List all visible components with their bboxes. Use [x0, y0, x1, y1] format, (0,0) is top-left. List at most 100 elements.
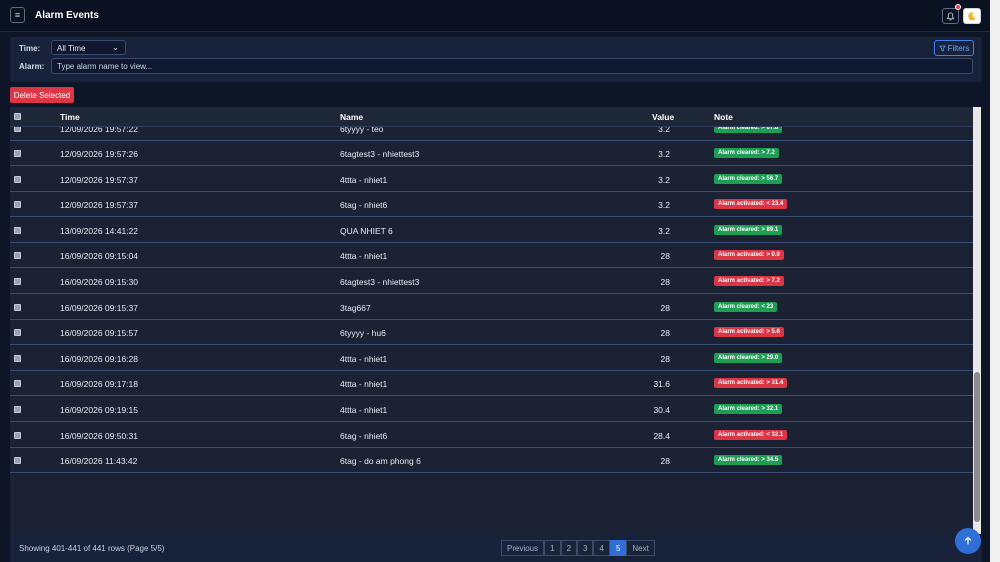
column-header-time[interactable]: Time: [60, 112, 80, 122]
table-scrollbar[interactable]: [973, 107, 981, 534]
table-row: 12/09/2026 19:57:37 6tag - nhiet6 3.2 Alarm…: [10, 192, 973, 218]
status-badge: Alarm activated: > 5.6: [714, 327, 784, 338]
row-name: 6tag - do am phong 6: [340, 456, 421, 467]
row-name: 4ttta - nhiet1: [340, 174, 388, 185]
column-header-value[interactable]: Value: [652, 112, 674, 122]
filters-button-label: Filters: [947, 43, 970, 53]
row-value: 3.2: [658, 174, 670, 185]
row-checkbox[interactable]: [14, 226, 21, 234]
delete-selected-button[interactable]: Delete Selected: [10, 87, 74, 103]
status-badge: Alarm activated: > 0.0: [714, 250, 784, 261]
page-button-3[interactable]: 3: [577, 540, 594, 556]
status-badge: Alarm activated: < 32.1: [714, 429, 788, 440]
status-badge: Alarm cleared: > 29.0: [714, 352, 783, 363]
status-badge: Alarm cleared: > 7.2: [714, 148, 779, 158]
row-checkbox[interactable]: [14, 329, 21, 337]
row-name: 6tagtest3 - nhiettest3: [340, 277, 420, 287]
row-value: 28: [660, 328, 670, 339]
top-bar: ≡ Alarm Events: [0, 0, 1000, 32]
status-badge: Alarm activated: > 31.4: [714, 378, 788, 389]
notifications-button[interactable]: [942, 8, 959, 24]
row-time: 16/09/2026 11:43:42: [60, 456, 138, 467]
alarm-events-table: Time Name Value Note 12/09/2026 19:57:22…: [10, 107, 973, 534]
filter-icon: [938, 45, 946, 52]
row-value: 28: [660, 277, 670, 287]
page-button-2[interactable]: 2: [560, 540, 578, 556]
table-row: 13/09/2026 14:41:22 QUA NHIET 6 3.2 Alarm c…: [10, 218, 973, 243]
status-badge: Alarm cleared: > 32.1: [714, 404, 783, 414]
table-row: 16/09/2026 09:15:57 6tyyyy - hu6 28 Alarm a…: [10, 320, 973, 346]
alarm-search-input[interactable]: Type alarm name to view...: [51, 58, 973, 74]
filter-panel: Time: All Time ⌄ Filters Alarm: Type ala…: [10, 37, 982, 82]
scroll-to-top-button[interactable]: [955, 528, 981, 554]
row-checkbox[interactable]: [14, 175, 21, 183]
row-name: 6tag - nhiet6: [340, 430, 388, 441]
table-header: Time Name Value Note: [10, 107, 973, 127]
page-button-1[interactable]: 1: [544, 540, 561, 556]
time-select-value: All Time: [57, 44, 86, 53]
table-row: 16/09/2026 09:50:31 6tag - nhiet6 28.4 Alar…: [10, 423, 973, 448]
row-checkbox[interactable]: [14, 354, 21, 362]
row-value: 3.2: [658, 200, 670, 211]
row-value: 28: [660, 353, 670, 364]
next-page-button[interactable]: Next: [626, 540, 655, 556]
row-time: 16/09/2026 09:15:30: [60, 277, 138, 287]
table-row: 16/09/2026 09:19:15 4ttta - nhiet1 30.4 Ala…: [10, 397, 973, 422]
row-time: 16/09/2026 09:50:31: [60, 430, 138, 441]
row-time: 16/09/2026 09:19:15: [60, 405, 138, 415]
row-checkbox[interactable]: [14, 457, 21, 465]
notification-badge: [955, 4, 961, 10]
row-checkbox[interactable]: [14, 406, 21, 413]
status-badge: Alarm activated: > 7.2: [714, 276, 784, 286]
alarm-label: Alarm:: [19, 62, 45, 71]
pagination-summary: Showing 401-441 of 441 rows (Page 5/5): [19, 544, 165, 553]
row-checkbox[interactable]: [14, 201, 21, 209]
status-badge: Alarm activated: < 23.4: [714, 199, 788, 210]
column-header-note[interactable]: Note: [714, 112, 733, 122]
row-time: 16/09/2026 09:15:04: [60, 251, 138, 262]
row-value: 3.2: [658, 225, 670, 236]
table-row: 12/09/2026 19:57:37 4ttta - nhiet1 3.2 Alar…: [10, 167, 973, 192]
page-button-4[interactable]: 4: [593, 540, 610, 556]
row-time: 12/09/2026 19:57:37: [60, 200, 138, 211]
window-edge: [990, 0, 1000, 562]
row-name: QUA NHIET 6: [340, 225, 393, 236]
row-name: 4ttta - nhiet1: [340, 405, 388, 415]
row-checkbox[interactable]: [14, 150, 21, 157]
filters-button[interactable]: Filters: [934, 40, 974, 56]
bell-icon: [946, 11, 955, 20]
table-row: 16/09/2026 09:17:18 4ttta - nhiet1 31.6 Ala…: [10, 371, 973, 397]
row-value: 31.6: [653, 379, 670, 390]
status-badge: Alarm cleared: > 34.5: [714, 455, 783, 466]
row-value: 28.4: [653, 430, 670, 441]
row-checkbox[interactable]: [14, 431, 21, 439]
row-checkbox[interactable]: [14, 278, 21, 285]
scrollbar-thumb[interactable]: [974, 372, 980, 522]
moon-icon: [968, 12, 976, 21]
table-row: 16/09/2026 09:15:37 3tag667 28 Alarm cleare…: [10, 295, 973, 320]
table-row: 16/09/2026 09:15:30 6tagtest3 - nhiettest…: [10, 269, 973, 294]
theme-toggle-button[interactable]: [963, 8, 981, 24]
row-name: 4ttta - nhiet1: [340, 251, 388, 262]
column-header-name[interactable]: Name: [340, 112, 363, 122]
menu-icon[interactable]: ≡: [10, 7, 25, 23]
row-time: 12/09/2026 19:57:37: [60, 174, 138, 185]
row-name: 4ttta - nhiet1: [340, 353, 388, 364]
previous-page-button[interactable]: Previous: [501, 540, 545, 556]
select-all-checkbox[interactable]: [14, 113, 21, 120]
row-time: 16/09/2026 09:17:18: [60, 379, 138, 390]
row-name: 6tag - nhiet6: [340, 200, 388, 211]
row-checkbox[interactable]: [14, 380, 21, 388]
status-badge: Alarm cleared: < 23: [714, 301, 778, 312]
table-row: 16/09/2026 11:43:42 6tag - do am phong 6 2…: [10, 448, 973, 474]
chevron-down-icon: ⌄: [112, 43, 119, 52]
page-button-5[interactable]: 5: [609, 540, 627, 556]
time-select[interactable]: All Time ⌄: [51, 40, 126, 55]
status-badge: Alarm cleared: > 89.1: [714, 224, 783, 235]
pagination: Previous 1 2 3 4 5 Next: [501, 540, 655, 556]
row-checkbox[interactable]: [14, 252, 21, 260]
row-value: 28: [660, 456, 670, 467]
row-value: 30.4: [653, 405, 670, 415]
row-checkbox[interactable]: [14, 303, 21, 311]
row-name: 6tyyyy - hu6: [340, 328, 386, 339]
